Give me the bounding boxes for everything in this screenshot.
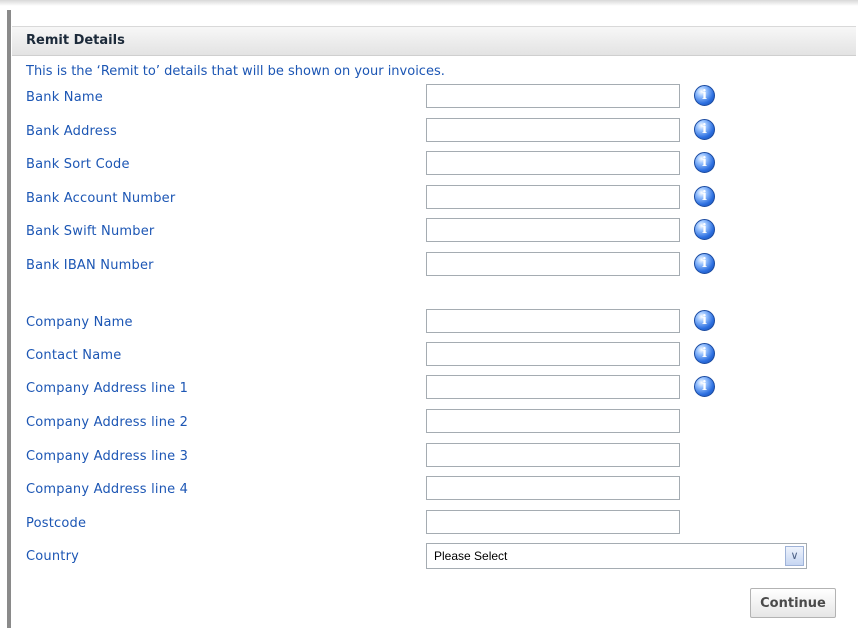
info-icon[interactable]: i <box>694 343 715 364</box>
field-label: Bank Sort Code <box>26 157 130 172</box>
chevron-down-icon[interactable]: ∨ <box>785 546 804 566</box>
company-name-input[interactable] <box>426 309 680 333</box>
info-icon[interactable]: i <box>694 219 715 240</box>
window-top-edge <box>0 0 858 14</box>
info-icon[interactable]: i <box>694 253 715 274</box>
field-label: Company Address line 3 <box>26 449 189 464</box>
company-address-line-4-input[interactable] <box>426 476 680 500</box>
field-label: Company Address line 4 <box>26 482 189 497</box>
remit-details-panel: Remit Details This is the ‘Remit to’ det… <box>12 14 856 628</box>
form-row-bank-account-number: Bank Account Number i <box>12 185 856 215</box>
form-row-bank-sort-code: Bank Sort Code i <box>12 151 856 181</box>
field-label: Bank Swift Number <box>26 224 155 239</box>
field-label: Bank IBAN Number <box>26 258 154 273</box>
form-row-bank-address: Bank Address i <box>12 118 856 148</box>
form-row-bank-swift-number: Bank Swift Number i <box>12 218 856 248</box>
company-address-line-2-input[interactable] <box>426 409 680 433</box>
field-label: Bank Name <box>26 90 103 105</box>
info-icon[interactable]: i <box>694 310 715 331</box>
field-label: Contact Name <box>26 348 122 363</box>
form-row-contact-name: Contact Name i <box>12 342 856 372</box>
panel-title: Remit Details <box>26 33 125 48</box>
company-address-line-3-input[interactable] <box>426 443 680 467</box>
bank-name-input[interactable] <box>426 84 680 108</box>
info-icon[interactable]: i <box>694 119 715 140</box>
form-row-company-address-4: Company Address line 4 <box>12 476 856 506</box>
bank-sort-code-input[interactable] <box>426 151 680 175</box>
bank-iban-number-input[interactable] <box>426 252 680 276</box>
form-row-company-address-2: Company Address line 2 <box>12 409 856 439</box>
country-select[interactable]: Please Select ∨ <box>426 543 807 569</box>
info-icon[interactable]: i <box>694 376 715 397</box>
form-row-company-address-3: Company Address line 3 <box>12 443 856 473</box>
field-label: Bank Address <box>26 124 117 139</box>
field-label: Company Address line 2 <box>26 415 189 430</box>
field-label: Country <box>26 549 80 564</box>
field-label: Postcode <box>26 516 87 531</box>
info-icon[interactable]: i <box>694 152 715 173</box>
company-address-line-1-input[interactable] <box>426 375 680 399</box>
form-row-company-name: Company Name i <box>12 309 856 339</box>
postcode-input[interactable] <box>426 510 680 534</box>
form-row-postcode: Postcode <box>12 510 856 540</box>
bank-address-input[interactable] <box>426 118 680 142</box>
contact-name-input[interactable] <box>426 342 680 366</box>
bank-swift-number-input[interactable] <box>426 218 680 242</box>
left-border <box>7 10 11 628</box>
form-row-bank-iban-number: Bank IBAN Number i <box>12 252 856 282</box>
panel-header: Remit Details <box>12 26 856 56</box>
field-label: Company Address line 1 <box>26 381 189 396</box>
country-select-value: Please Select <box>434 549 508 563</box>
info-icon[interactable]: i <box>694 85 715 106</box>
field-label: Company Name <box>26 315 133 330</box>
field-label: Bank Account Number <box>26 191 176 206</box>
form-row-bank-name: Bank Name i <box>12 84 856 114</box>
bank-account-number-input[interactable] <box>426 185 680 209</box>
form-row-company-address-1: Company Address line 1 i <box>12 375 856 405</box>
info-icon[interactable]: i <box>694 186 715 207</box>
continue-button[interactable]: Continue <box>750 588 836 618</box>
intro-text: This is the ‘Remit to’ details that will… <box>26 64 445 79</box>
form-row-country: Country Please Select ∨ <box>12 543 856 573</box>
